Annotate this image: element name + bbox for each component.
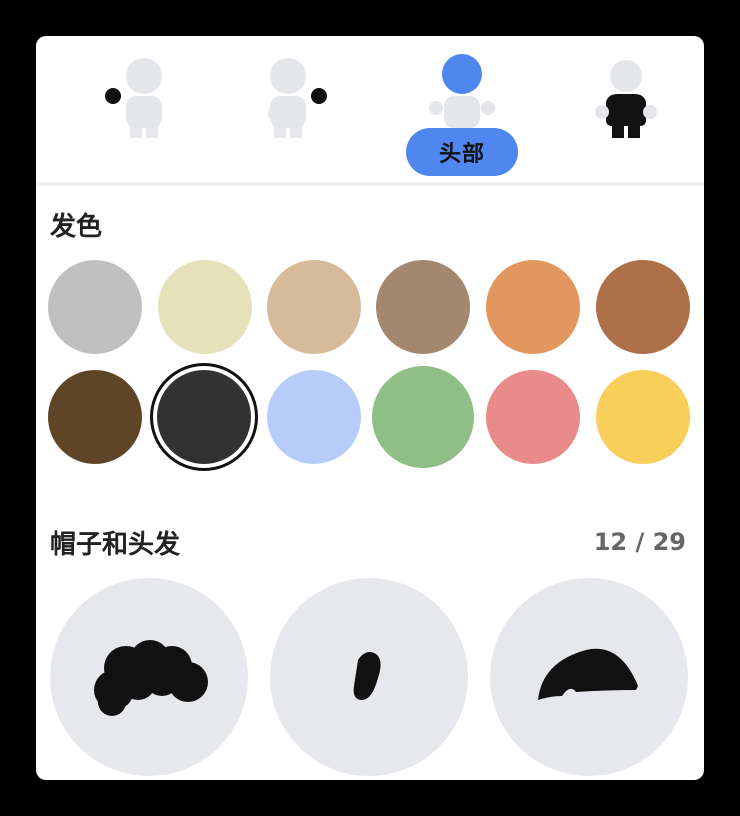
curly-hair-icon	[94, 640, 208, 716]
figure-torso-icon	[595, 60, 657, 138]
hair-color-swatch-selected[interactable]	[157, 370, 251, 464]
short-cap-hair-icon	[538, 648, 638, 700]
figure-right-hand-icon	[268, 58, 327, 138]
style-counter: 12 / 29	[593, 528, 686, 556]
body-part-tabs: 头部	[36, 36, 704, 184]
tabs-divider	[36, 182, 704, 186]
tab-head-label: 头部	[406, 128, 518, 176]
hair-color-swatch[interactable]	[596, 260, 690, 354]
tab-body-left-hand[interactable]	[84, 36, 204, 184]
tab-head[interactable]: 头部	[402, 36, 522, 184]
hair-color-swatch[interactable]	[158, 260, 252, 354]
hair-color-swatch[interactable]	[48, 260, 142, 354]
hair-color-swatch[interactable]	[376, 260, 470, 354]
figure-left-hand-icon	[105, 58, 162, 138]
hair-color-swatch[interactable]	[267, 260, 361, 354]
hair-color-title: 发色	[50, 212, 103, 242]
hair-style-option[interactable]	[490, 578, 688, 776]
avatar-editor-panel: 头部 发色 帽子和头发 12 / 29	[36, 36, 704, 780]
hair-color-swatch[interactable]	[486, 370, 580, 464]
hair-color-swatch[interactable]	[372, 366, 474, 468]
hair-style-option[interactable]	[270, 578, 468, 776]
hair-color-swatch[interactable]	[596, 370, 690, 464]
hair-color-swatch[interactable]	[267, 370, 361, 464]
hair-style-option[interactable]	[50, 578, 248, 776]
hats-and-hair-title: 帽子和头发	[50, 530, 181, 560]
hair-color-swatch[interactable]	[486, 260, 580, 354]
small-tuft-hair-icon	[353, 652, 381, 700]
hair-color-swatch[interactable]	[48, 370, 142, 464]
tab-torso[interactable]	[566, 36, 686, 184]
tab-body-right-hand[interactable]	[228, 36, 348, 184]
